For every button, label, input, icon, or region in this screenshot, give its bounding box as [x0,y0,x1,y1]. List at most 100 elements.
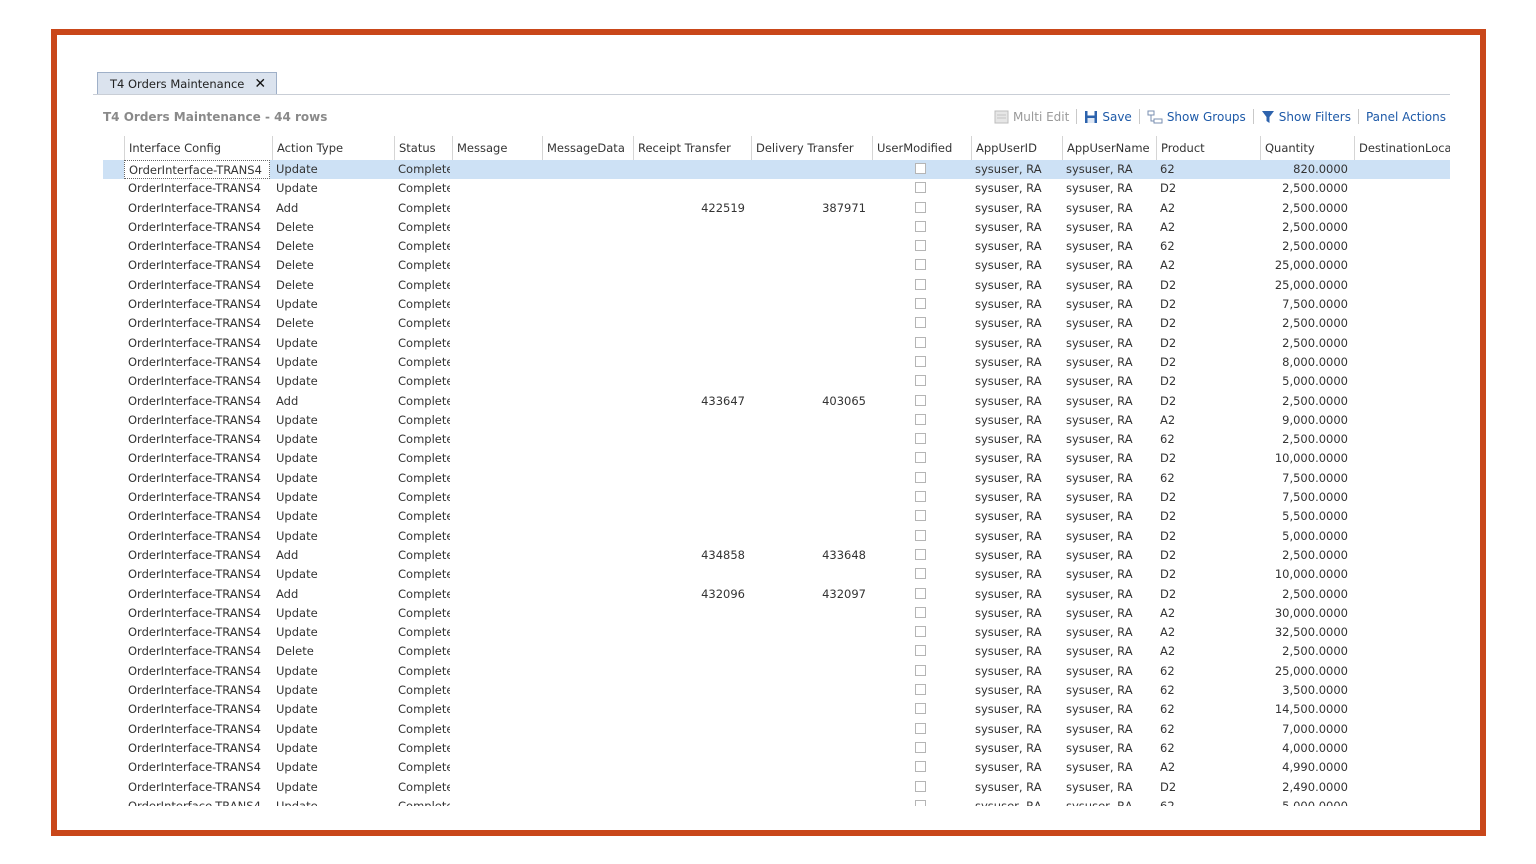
cell-product[interactable]: A2 [1156,256,1258,275]
cell-receipt-transfer[interactable] [633,237,749,256]
tab-t4-orders-maintenance[interactable]: T4 Orders Maintenance ✕ [97,72,278,94]
cell-status[interactable]: Complete [394,218,450,237]
cell-action-type[interactable]: Update [272,700,392,719]
cell-product[interactable]: 62 [1156,430,1258,449]
cell-receipt-transfer[interactable] [633,314,749,333]
cell-status[interactable]: Complete [394,565,450,584]
cell-destination-location[interactable] [1354,488,1450,507]
cell-status[interactable]: Complete [394,739,450,758]
cell-status[interactable]: Complete [394,623,450,642]
user-modified-checkbox[interactable] [915,684,926,696]
user-modified-checkbox[interactable] [915,471,926,483]
cell-app-user-id[interactable]: sysuser, RA [971,527,1060,546]
cell-destination-location[interactable] [1354,700,1450,719]
cell-delivery-transfer[interactable] [751,507,870,526]
cell-app-user-id[interactable]: sysuser, RA [971,604,1060,623]
cell-action-type[interactable]: Update [272,469,392,488]
cell-app-user-name[interactable]: sysuser, RA [1062,179,1154,198]
cell-destination-location[interactable] [1354,720,1450,739]
column-header-status[interactable]: Status [394,136,450,160]
cell-message[interactable] [452,218,540,237]
cell-app-user-name[interactable]: sysuser, RA [1062,314,1154,333]
cell-app-user-name[interactable]: sysuser, RA [1062,488,1154,507]
cell-status[interactable]: Complete [394,334,450,353]
cell-delivery-transfer[interactable]: 432097 [751,585,870,604]
cell-action-type[interactable]: Update [272,160,392,179]
cell-message-data[interactable] [542,662,631,681]
cell-delivery-transfer[interactable] [751,565,870,584]
cell-status[interactable]: Complete [394,700,450,719]
cell-receipt-transfer[interactable] [633,797,749,806]
cell-receipt-transfer[interactable] [633,700,749,719]
cell-message[interactable] [452,623,540,642]
cell-receipt-transfer[interactable] [633,758,749,777]
cell-message[interactable] [452,739,540,758]
cell-quantity[interactable]: 5,500.0000 [1260,507,1352,526]
cell-app-user-id[interactable]: sysuser, RA [971,797,1060,806]
cell-app-user-id[interactable]: sysuser, RA [971,256,1060,275]
cell-receipt-transfer[interactable] [633,527,749,546]
user-modified-checkbox[interactable] [915,452,926,464]
cell-message[interactable] [452,642,540,661]
cell-interface-config[interactable]: OrderInterface-TRANS4 [124,160,270,180]
cell-delivery-transfer[interactable] [751,160,870,179]
cell-app-user-id[interactable]: sysuser, RA [971,160,1060,179]
cell-app-user-name[interactable]: sysuser, RA [1062,604,1154,623]
cell-interface-config[interactable]: OrderInterface-TRANS4 [124,642,270,661]
cell-interface-config[interactable]: OrderInterface-TRANS4 [124,372,270,391]
cell-action-type[interactable]: Update [272,604,392,623]
cell-message-data[interactable] [542,778,631,797]
cell-app-user-name[interactable]: sysuser, RA [1062,642,1154,661]
user-modified-checkbox[interactable] [915,587,926,599]
cell-receipt-transfer[interactable] [633,295,749,314]
cell-interface-config[interactable]: OrderInterface-TRANS4 [124,430,270,449]
cell-destination-location[interactable] [1354,778,1450,797]
cell-app-user-id[interactable]: sysuser, RA [971,179,1060,198]
cell-message-data[interactable] [542,507,631,526]
cell-app-user-id[interactable]: sysuser, RA [971,778,1060,797]
cell-product[interactable]: D2 [1156,353,1258,372]
cell-app-user-id[interactable]: sysuser, RA [971,642,1060,661]
table-row[interactable]: OrderInterface-TRANS4 Update Complete sysus… [103,720,1450,739]
cell-destination-location[interactable] [1354,218,1450,237]
user-modified-checkbox[interactable] [915,761,926,773]
cell-message[interactable] [452,700,540,719]
cell-receipt-transfer[interactable] [633,565,749,584]
user-modified-checkbox[interactable] [915,664,926,676]
cell-app-user-name[interactable]: sysuser, RA [1062,372,1154,391]
cell-product[interactable]: D2 [1156,372,1258,391]
cell-receipt-transfer[interactable]: 433647 [633,392,749,411]
cell-destination-location[interactable] [1354,392,1450,411]
table-row[interactable]: OrderInterface-TRANS4 Update Complete sysus… [103,778,1450,797]
cell-status[interactable]: Complete [394,604,450,623]
table-row[interactable]: OrderInterface-TRANS4 Update Complete sysus… [103,700,1450,719]
cell-product[interactable]: A2 [1156,199,1258,218]
cell-destination-location[interactable] [1354,353,1450,372]
cell-message[interactable] [452,276,540,295]
cell-app-user-name[interactable]: sysuser, RA [1062,700,1154,719]
cell-quantity[interactable]: 2,500.0000 [1260,199,1352,218]
cell-message[interactable] [452,797,540,806]
cell-status[interactable]: Complete [394,662,450,681]
cell-delivery-transfer[interactable] [751,623,870,642]
cell-destination-location[interactable] [1354,758,1450,777]
cell-delivery-transfer[interactable] [751,469,870,488]
cell-status[interactable]: Complete [394,295,450,314]
cell-quantity[interactable]: 7,500.0000 [1260,295,1352,314]
cell-delivery-transfer[interactable] [751,720,870,739]
cell-product[interactable]: D2 [1156,507,1258,526]
cell-app-user-id[interactable]: sysuser, RA [971,662,1060,681]
cell-quantity[interactable]: 10,000.0000 [1260,565,1352,584]
cell-app-user-name[interactable]: sysuser, RA [1062,623,1154,642]
cell-delivery-transfer[interactable] [751,314,870,333]
user-modified-checkbox[interactable] [915,317,926,329]
table-row[interactable]: OrderInterface-TRANS4 Delete Complete sysus… [103,314,1450,333]
cell-app-user-id[interactable]: sysuser, RA [971,276,1060,295]
cell-destination-location[interactable] [1354,623,1450,642]
cell-action-type[interactable]: Update [272,758,392,777]
cell-destination-location[interactable] [1354,256,1450,275]
cell-receipt-transfer[interactable] [633,411,749,430]
cell-interface-config[interactable]: OrderInterface-TRANS4 [124,411,270,430]
cell-delivery-transfer[interactable] [751,642,870,661]
table-row[interactable]: OrderInterface-TRANS4 Update Complete sysus… [103,739,1450,758]
